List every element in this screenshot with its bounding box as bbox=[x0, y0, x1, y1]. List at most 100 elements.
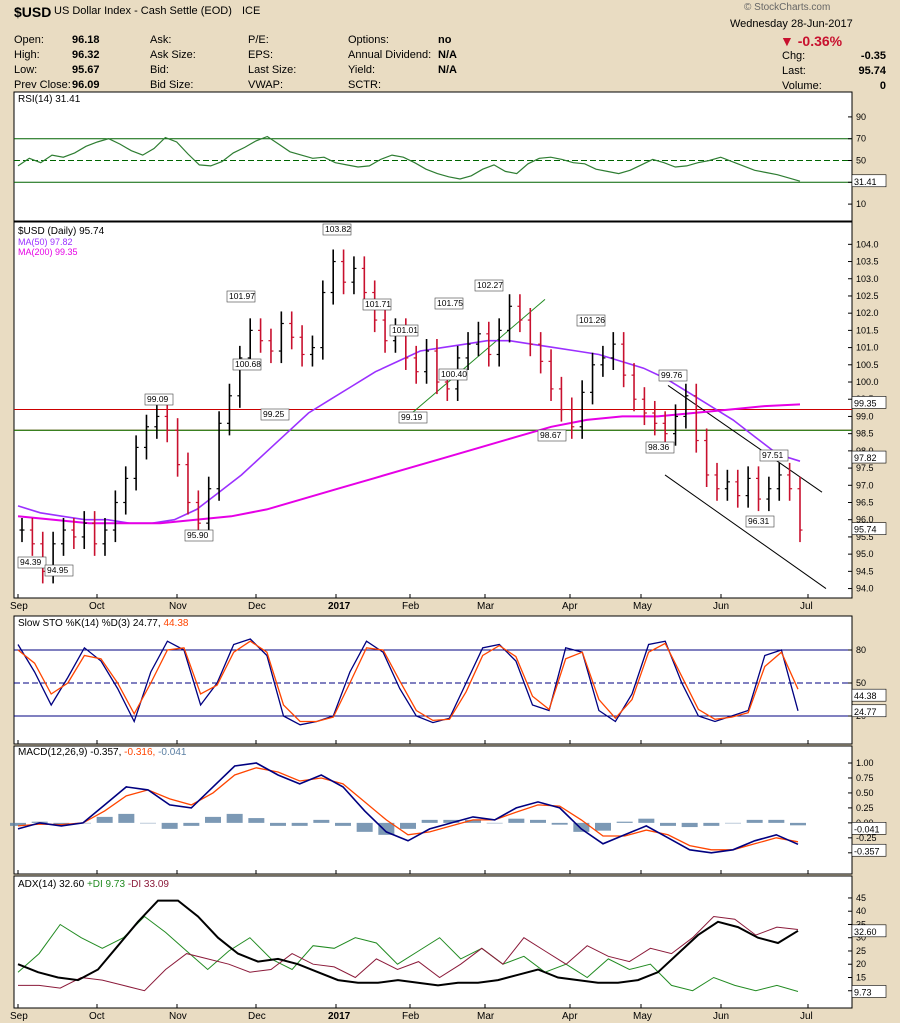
chart-window: $USD US Dollar Index - Cash Settle (EOD)… bbox=[0, 0, 900, 1023]
price-title: $USD (Daily) 95.74 bbox=[18, 226, 105, 237]
price-tick-label: 100.0 bbox=[856, 377, 879, 387]
macd-hist-label: -0.041 bbox=[854, 824, 880, 834]
price-tick-label: 96.5 bbox=[856, 498, 874, 508]
price-tick-label: 103.5 bbox=[856, 257, 879, 267]
macd-histogram-bar bbox=[335, 822, 351, 826]
price-tick-label: 94.5 bbox=[856, 566, 874, 576]
x-label: Mar bbox=[477, 601, 495, 612]
plus-di-last-label: 9.73 bbox=[854, 987, 872, 997]
adx-tick-label: 45 bbox=[856, 893, 866, 903]
price-annotation: 99.76 bbox=[661, 370, 683, 380]
macd-histogram-bar bbox=[790, 822, 806, 826]
macd-histogram-bar bbox=[313, 819, 330, 823]
macd-histogram-bar bbox=[248, 818, 265, 823]
price-annotation: 97.51 bbox=[762, 450, 784, 460]
price-annotation: 101.97 bbox=[229, 291, 255, 301]
x-label: Jun bbox=[713, 601, 729, 612]
price-annotation: 94.39 bbox=[20, 557, 42, 567]
ma50-legend: MA(50) 97.82 bbox=[18, 237, 73, 247]
rsi-title: RSI(14) 31.41 bbox=[18, 94, 81, 105]
price-annotation: 101.01 bbox=[392, 325, 418, 335]
macd-histogram-bar bbox=[96, 816, 113, 823]
macd-histogram-bar bbox=[508, 818, 525, 823]
price-annotation: 101.26 bbox=[579, 315, 605, 325]
macd-title: MACD(12,26,9) -0.357, -0.316, -0.041 bbox=[18, 747, 187, 758]
sto-title: Slow STO %K(14) %D(3) 24.77, 44.38 bbox=[18, 618, 189, 629]
price-annotation: 98.67 bbox=[540, 430, 562, 440]
x-label-bottom: 2017 bbox=[328, 1011, 351, 1022]
macd-tick-label: 1.00 bbox=[856, 758, 874, 768]
x-label: 2017 bbox=[328, 601, 351, 612]
x-label-bottom: Mar bbox=[477, 1011, 495, 1022]
adx-last-label: 32.60 bbox=[854, 927, 877, 937]
chart-canvas: 907050301031.41 104.0103.5103.0102.5102.… bbox=[10, 91, 887, 1022]
macd-histogram-bar bbox=[551, 822, 568, 825]
ma200-legend: MA(200) 99.35 bbox=[18, 247, 78, 257]
x-label-bottom: Nov bbox=[169, 1011, 187, 1022]
rsi-tick-label: 10 bbox=[856, 199, 866, 209]
price-tick-label: 101.0 bbox=[856, 343, 879, 353]
price-annotation: 100.68 bbox=[235, 359, 261, 369]
macd-histogram-bar bbox=[681, 822, 698, 828]
price-annotation: 96.31 bbox=[748, 516, 770, 526]
rsi-last-label: 31.41 bbox=[854, 177, 877, 187]
sto-tick-label: 80 bbox=[856, 645, 866, 655]
macd-histogram-bar bbox=[530, 819, 546, 823]
x-label: Apr bbox=[562, 601, 578, 612]
x-label-bottom: Jul bbox=[800, 1011, 813, 1022]
x-label-bottom: Oct bbox=[89, 1011, 105, 1022]
macd-histogram-bar bbox=[616, 821, 633, 823]
macd-histogram-bar bbox=[161, 822, 178, 829]
price-tick-label: 97.5 bbox=[856, 463, 874, 473]
x-label-bottom: Apr bbox=[562, 1011, 578, 1022]
macd-histogram-bar bbox=[746, 819, 763, 823]
macd-histogram-bar bbox=[725, 822, 741, 824]
x-label-bottom: Feb bbox=[402, 1011, 420, 1022]
macd-histogram-bar bbox=[703, 822, 720, 826]
rsi-tick-label: 50 bbox=[856, 156, 866, 166]
price-last-label: 95.74 bbox=[854, 525, 877, 535]
sto-d-label: 44.38 bbox=[854, 691, 877, 701]
x-label-bottom: Dec bbox=[248, 1011, 266, 1022]
price-tick-label: 97.0 bbox=[856, 480, 874, 490]
macd-histogram-bar bbox=[378, 822, 395, 835]
macd-histogram-bar bbox=[183, 822, 200, 826]
x-label-bottom: Sep bbox=[10, 1011, 28, 1022]
price-tick-label: 102.5 bbox=[856, 291, 879, 301]
price-tick-label: 101.5 bbox=[856, 325, 879, 335]
macd-histogram-bar bbox=[205, 816, 221, 823]
x-label: Jul bbox=[800, 601, 813, 612]
macd-histogram-bar bbox=[118, 813, 135, 823]
x-label: Feb bbox=[402, 601, 420, 612]
rsi-tick-label: 90 bbox=[856, 112, 866, 122]
price-tick-label: 100.5 bbox=[856, 360, 879, 370]
x-label: May bbox=[633, 601, 652, 612]
ma50-last-label: 97.82 bbox=[854, 453, 877, 463]
macd-histogram-bar bbox=[291, 822, 308, 826]
price-annotation: 102.27 bbox=[477, 280, 503, 290]
price-annotation: 101.75 bbox=[437, 298, 463, 308]
macd-tick-label: 0.75 bbox=[856, 773, 874, 783]
macd-tick-label: 0.50 bbox=[856, 788, 874, 798]
sto-tick-label: 50 bbox=[856, 678, 866, 688]
price-annotation: 94.95 bbox=[47, 565, 69, 575]
macd-histogram-bar bbox=[140, 822, 156, 824]
price-tick-label: 104.0 bbox=[856, 239, 879, 249]
x-label-bottom: May bbox=[633, 1011, 652, 1022]
macd-histogram-bar bbox=[595, 822, 611, 831]
price-tick-label: 95.0 bbox=[856, 549, 874, 559]
macd-histogram-bar bbox=[486, 822, 503, 824]
macd-histogram-bar bbox=[638, 818, 655, 823]
rsi-tick-label: 70 bbox=[856, 134, 866, 144]
x-label: Nov bbox=[169, 601, 187, 612]
price-annotation: 99.19 bbox=[401, 412, 423, 422]
adx-tick-label: 15 bbox=[856, 972, 866, 982]
adx-tick-label: 40 bbox=[856, 906, 866, 916]
price-tick-label: 102.0 bbox=[856, 308, 879, 318]
price-annotation: 98.36 bbox=[648, 442, 670, 452]
stochastic-panel bbox=[13, 615, 853, 745]
rsi-panel bbox=[13, 91, 853, 222]
price-annotation: 101.71 bbox=[365, 299, 391, 309]
x-label: Dec bbox=[248, 601, 266, 612]
adx-title: ADX(14) 32.60 +DI 9.73 -DI 33.09 bbox=[18, 879, 169, 890]
